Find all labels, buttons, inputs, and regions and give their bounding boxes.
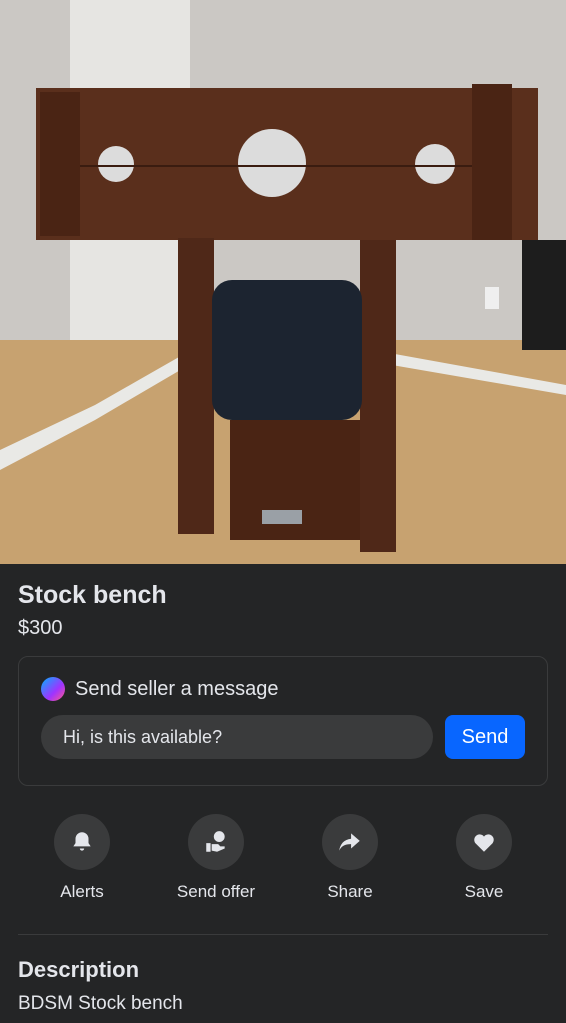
message-card: Send seller a message Hi, is this availa… <box>18 656 548 786</box>
alerts-label: Alerts <box>60 882 104 901</box>
listing-photo[interactable] <box>0 0 566 564</box>
share-icon <box>322 814 378 870</box>
save-label: Save <box>464 882 504 901</box>
description-text: BDSM Stock bench <box>18 993 183 1014</box>
messenger-icon <box>41 677 65 701</box>
share-button[interactable]: Share <box>290 814 410 902</box>
heart-icon <box>456 814 512 870</box>
message-row: Hi, is this available? Send <box>41 715 525 759</box>
send-button[interactable]: Send <box>445 715 525 759</box>
message-header-label: Send seller a message <box>75 677 279 700</box>
send-offer-label: Send offer <box>176 882 256 901</box>
save-button[interactable]: Save <box>424 814 544 902</box>
listing-photo-illustration <box>0 0 566 564</box>
alerts-button[interactable]: Alerts <box>22 814 142 902</box>
message-input[interactable]: Hi, is this available? <box>41 715 433 759</box>
listing-title: Stock bench <box>18 581 167 609</box>
listing-price: $300 <box>18 617 63 639</box>
send-offer-button[interactable]: Send offer <box>156 814 276 902</box>
message-header: Send seller a message <box>41 677 525 701</box>
share-label: Share <box>327 882 373 901</box>
offer-icon <box>188 814 244 870</box>
bell-icon <box>54 814 110 870</box>
description-heading: Description <box>18 957 140 982</box>
action-bar: Alerts Send offer Share Save <box>0 786 566 902</box>
divider <box>18 934 548 935</box>
